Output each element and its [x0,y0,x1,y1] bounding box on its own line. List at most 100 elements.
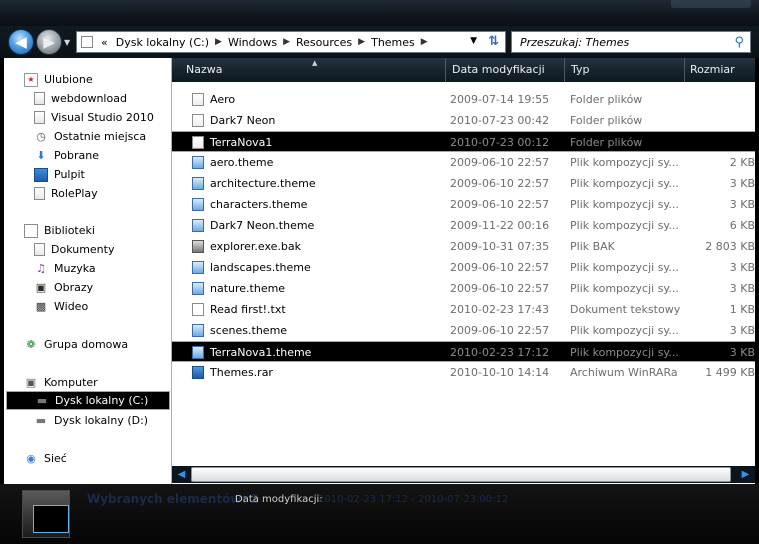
horizontal-scrollbar[interactable]: ◀ ▶ [172,466,755,483]
file-row[interactable]: TerraNova1.theme 2010-02-23 17:12 Plik kom… [172,341,755,362]
nav-item-drive-d[interactable]: ▬ Dysk lokalny (D:) [34,411,148,430]
file-row[interactable]: TerraNova1 2010-07-23 00:12 Folder plików [172,131,755,152]
nav-favorites[interactable]: ★ Ulubione [24,70,93,89]
nav-computer[interactable]: ▣ Komputer [24,373,98,392]
nav-item-recent-places[interactable]: ◷ Ostatnie miejsca [34,127,146,146]
file-name: Read first!.txt [210,303,286,316]
chevron-right-icon[interactable]: ▶ [419,37,430,47]
nav-item-drive-c[interactable]: ▬ Dysk lokalny (C:) [6,391,170,410]
file-row[interactable]: Dark7 Neon 2010-07-23 00:42 Folder plików [172,110,755,131]
file-row[interactable]: Aero 2009-07-14 19:55 Folder plików [172,89,755,110]
breadcrumb-themes[interactable]: Themes [367,36,419,49]
file-row[interactable]: Dark7 Neon.theme 2009-11-22 00:16 Plik kom… [172,215,755,236]
folder-icon [34,111,45,124]
window-border [755,58,759,484]
file-size [687,89,755,110]
theme-file-icon [192,282,204,295]
file-name: TerraNova1.theme [210,346,312,359]
chevron-right-icon[interactable]: ▶ [356,37,367,47]
file-date: 2009-06-10 22:57 [450,177,550,190]
homegroup-icon: ❁ [26,338,36,351]
file-type: Archiwum WinRARa [570,366,678,379]
address-history-dropdown-icon[interactable]: ▼ [470,36,477,46]
file-row[interactable]: characters.theme 2009-06-10 22:57 Plik kom… [172,194,755,215]
file-type: Folder plików [570,136,643,149]
address-bar[interactable]: « Dysk lokalny (C:) ▶ Windows ▶ Resource… [76,31,506,53]
search-box[interactable]: ⚲ [511,31,751,53]
file-type: Plik BAK [570,240,615,253]
breadcrumb-windows[interactable]: Windows [224,36,281,49]
search-input[interactable] [520,35,730,49]
column-size[interactable]: Rozmiar [684,58,755,82]
nav-item-visual-studio[interactable]: Visual Studio 2010 [34,108,154,127]
nav-item-webdownload[interactable]: webdownload [34,89,127,108]
file-row[interactable]: Read first!.txt 2010-02-23 17:43 Dokument … [172,299,755,320]
file-size: 6 KB [729,219,755,232]
file-date: 2010-07-23 00:12 [450,136,550,149]
file-size [687,110,755,131]
recent-places-icon: ◷ [36,130,46,143]
nav-item-desktop[interactable]: Pulpit [34,165,85,184]
window-titlebar [0,0,759,26]
nav-item-roleplay[interactable]: RolePlay [34,184,98,203]
file-row[interactable]: aero.theme 2009-06-10 22:57 Plik kompozycj… [172,152,755,173]
file-name-cell: architecture.theme [192,173,442,194]
file-type: Folder plików [570,114,643,127]
favorites-icon: ★ [24,72,38,87]
file-list: Nazwa ▲ Data modyfikacji Typ Rozmiar Aer… [172,58,755,484]
scrollbar-thumb[interactable] [191,467,731,482]
file-row[interactable]: nature.theme 2009-06-10 22:57 Plik kompozy… [172,278,755,299]
file-row[interactable]: explorer.exe.bak 2009-10-31 07:35 Plik BAK… [172,236,755,257]
breadcrumb-drive[interactable]: Dysk lokalny (C:) [112,36,213,49]
theme-file-icon [192,261,204,274]
file-date: 2009-06-10 22:57 [450,198,550,211]
forward-arrow-icon: ▶ [43,33,55,51]
forward-button[interactable]: ▶ [36,29,62,55]
nav-item-downloads[interactable]: ⬇ Pobrane [34,146,99,165]
libraries-icon [24,223,38,238]
column-date[interactable]: Data modyfikacji [445,58,565,82]
breadcrumb-resources[interactable]: Resources [292,36,356,49]
nav-network-label: Sieć [44,452,67,465]
file-row[interactable]: architecture.theme 2009-06-10 22:57 Plik k… [172,173,755,194]
file-name: Dark7 Neon [210,114,276,127]
file-row[interactable]: landscapes.theme 2009-06-10 22:57 Plik kom… [172,257,755,278]
nav-item-video[interactable]: ▩ Wideo [34,297,88,316]
column-type[interactable]: Typ [565,58,685,82]
caption-buttons[interactable] [671,0,751,8]
chevron-right-icon[interactable]: ▶ [281,37,292,47]
file-date: 2009-06-10 22:57 [450,156,550,169]
file-size [687,132,755,153]
file-name-cell: Dark7 Neon.theme [192,215,442,236]
recent-pages-dropdown[interactable]: ▼ [64,38,70,47]
file-date: 2010-07-23 00:42 [450,114,550,127]
nav-network[interactable]: ◉ Sieć [24,449,67,468]
file-name: explorer.exe.bak [210,240,302,253]
scroll-left-icon[interactable]: ◀ [173,466,190,483]
file-name: Dark7 Neon.theme [210,219,315,232]
folder-icon [34,92,45,105]
nav-item-documents[interactable]: Dokumenty [34,240,114,259]
nav-item-label: Visual Studio 2010 [51,111,154,124]
file-type: Plik kompozycji sy... [570,282,679,295]
pictures-icon: ▣ [35,281,47,294]
back-button[interactable]: ◀ [8,29,34,55]
file-date: 2009-06-10 22:57 [450,261,550,274]
file-row[interactable]: scenes.theme 2009-06-10 22:57 Plik kompozy… [172,320,755,341]
file-row[interactable]: Themes.rar 2010-10-10 14:14 Archiwum WinRA… [172,362,755,383]
refresh-icon[interactable]: ⇅ [488,34,499,49]
nav-libraries[interactable]: Biblioteki [24,221,95,240]
file-name: aero.theme [210,156,274,169]
chevron-right-icon[interactable]: ▶ [213,37,224,47]
scroll-right-icon[interactable]: ▶ [737,466,754,483]
file-type: Dokument tekstowy [570,303,681,316]
file-type: Plik kompozycji sy... [570,346,679,359]
nav-homegroup[interactable]: ❁ Grupa domowa [24,335,128,354]
nav-computer-label: Komputer [44,376,98,389]
breadcrumb-overflow[interactable]: « [97,36,112,49]
search-icon[interactable]: ⚲ [734,35,744,50]
folder-icon [81,36,93,48]
nav-item-pictures[interactable]: ▣ Obrazy [34,278,93,297]
video-icon: ▩ [35,300,47,313]
nav-item-music[interactable]: ♫ Muzyka [34,259,96,278]
